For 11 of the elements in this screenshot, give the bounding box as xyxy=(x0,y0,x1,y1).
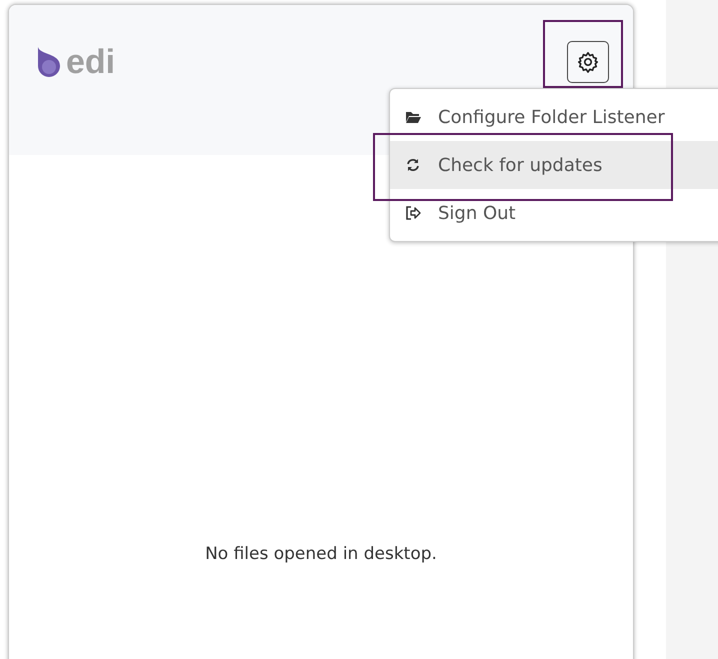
menu-item[interactable]: Sign Out xyxy=(390,189,718,237)
folder-icon xyxy=(404,109,422,125)
settings-icon xyxy=(577,51,599,73)
refresh-icon xyxy=(404,157,422,173)
settings-button[interactable] xyxy=(567,41,609,83)
drop-logo-icon xyxy=(36,47,62,77)
empty-message: No files opened in desktop. xyxy=(205,544,437,564)
menu-item[interactable]: Check for updates xyxy=(390,141,718,189)
logo-text: edi xyxy=(66,45,116,79)
sign-out-icon xyxy=(404,205,422,221)
menu-item[interactable]: Configure Folder Listener xyxy=(390,93,718,141)
